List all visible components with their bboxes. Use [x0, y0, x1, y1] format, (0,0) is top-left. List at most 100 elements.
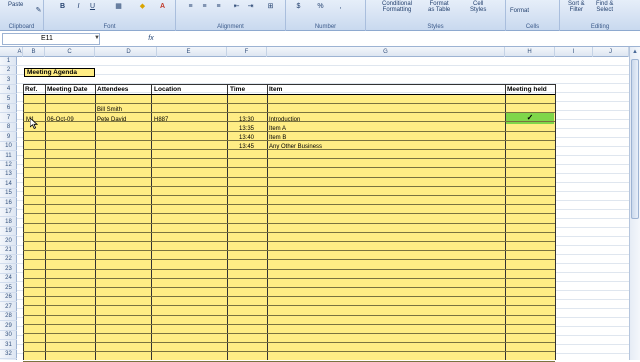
table-row-line — [23, 149, 555, 150]
cell-styles-button[interactable]: Cell Styles — [470, 1, 486, 13]
column-header-b[interactable]: B — [23, 47, 45, 57]
row-header[interactable]: 22 — [0, 255, 17, 265]
underline-button[interactable]: U — [88, 2, 97, 11]
increase-indent-icon[interactable]: ⇥ — [246, 2, 255, 11]
row-header[interactable]: 5 — [0, 95, 17, 104]
alignment-group: ≡ ≡ ≡ ⇤ ⇥ ⊞ Alignment — [176, 0, 286, 31]
row-header[interactable]: 23 — [0, 265, 17, 274]
row-header[interactable]: 28 — [0, 312, 17, 322]
column-header-i[interactable]: I — [555, 47, 593, 57]
merge-center-icon[interactable]: ⊞ — [266, 2, 275, 11]
sort-filter-button[interactable]: Sort & Filter — [568, 1, 585, 13]
row-header[interactable]: 31 — [0, 341, 17, 350]
sheet-title[interactable]: Meeting Agenda — [24, 68, 95, 77]
worksheet: ABCDEFGHIJ 1 2 3 4 5 6 7 8 9 10 11 12 13 14 15 16 17 18 19… — [0, 47, 640, 362]
column-header-h[interactable]: H — [505, 47, 555, 57]
header-meeting-held[interactable]: Meeting held — [507, 86, 547, 94]
header-location[interactable]: Location — [154, 86, 181, 94]
cell-item[interactable]: Item B — [269, 134, 286, 142]
row-header[interactable]: 15 — [0, 189, 17, 199]
scroll-up-icon[interactable]: ▲ — [631, 48, 639, 57]
column-header-g[interactable]: G — [267, 47, 505, 57]
alignment-group-label: Alignment — [217, 24, 244, 30]
ribbon: Paste ✎ Clipboard B I U ▦ ◆ A Font ≡ ≡ ≡… — [0, 0, 640, 31]
row-header[interactable]: 16 — [0, 199, 17, 208]
header-ref[interactable]: Ref. — [25, 86, 37, 94]
header-item[interactable]: Item — [269, 86, 282, 94]
cell-item[interactable]: Item A — [269, 125, 286, 133]
borders-icon[interactable]: ▦ — [114, 2, 123, 11]
table-row-line — [23, 268, 555, 270]
align-center-icon[interactable]: ≡ — [200, 2, 209, 11]
row-header[interactable]: 8 — [0, 123, 17, 133]
header-meeting-date[interactable]: Meeting Date — [47, 86, 87, 94]
row-header[interactable]: 9 — [0, 133, 17, 142]
comma-style-icon[interactable]: , — [336, 2, 345, 11]
cell-location[interactable]: H887 — [154, 116, 168, 124]
column-header-d[interactable]: D — [101, 47, 157, 57]
find-select-button[interactable]: Find & Select — [596, 1, 613, 13]
row-header[interactable]: 10 — [0, 142, 17, 152]
format-painter-icon[interactable]: ✎ — [34, 6, 43, 15]
paste-button[interactable]: Paste — [8, 2, 23, 8]
header-time[interactable]: Time — [230, 86, 245, 94]
row-header[interactable]: 13 — [0, 170, 17, 180]
name-box-dropdown-icon[interactable]: ▼ — [94, 35, 100, 41]
table-row-line — [23, 342, 555, 344]
cell-grid[interactable]: Meeting Agenda Ref. Meeting Date Attende… — [17, 57, 629, 362]
cell-item[interactable]: Introduction — [269, 116, 300, 124]
format-button[interactable]: Format — [510, 8, 529, 14]
scroll-thumb[interactable] — [631, 59, 639, 219]
format-as-table-button[interactable]: Format as Table — [428, 1, 450, 13]
name-box[interactable]: E11 — [2, 33, 100, 45]
table-row-line — [23, 231, 555, 233]
row-header[interactable]: 1 — [0, 57, 17, 66]
cell-meeting-date[interactable]: 06-Oct-09 — [47, 116, 74, 124]
column-header-f[interactable]: F — [227, 47, 267, 57]
header-attendees[interactable]: Attendees — [97, 86, 128, 94]
align-left-icon[interactable]: ≡ — [186, 2, 195, 11]
row-header[interactable]: 2 — [0, 66, 17, 76]
row-header[interactable]: 12 — [0, 161, 17, 170]
insert-function-button[interactable]: fx — [144, 33, 158, 44]
italic-button[interactable]: I — [74, 2, 83, 11]
column-header-e[interactable]: E — [151, 47, 227, 57]
row-header[interactable]: 3 — [0, 76, 17, 85]
fill-color-icon[interactable]: ◆ — [138, 2, 147, 11]
cell-time[interactable]: 13:40 — [239, 134, 254, 142]
row-header[interactable]: 17 — [0, 208, 17, 218]
table-border — [555, 84, 556, 360]
vertical-scrollbar[interactable]: ▲ — [629, 47, 640, 360]
bold-button[interactable]: B — [58, 2, 67, 11]
cell-time[interactable]: 13:30 — [239, 116, 254, 124]
row-header[interactable]: 4 — [0, 85, 17, 95]
row-header[interactable]: 26 — [0, 293, 17, 303]
row-header[interactable]: 6 — [0, 104, 17, 114]
table-row-line — [23, 323, 555, 325]
row-header[interactable]: 30 — [0, 331, 17, 341]
row-header[interactable]: 24 — [0, 274, 17, 284]
row-header[interactable]: 32 — [0, 350, 17, 359]
row-header[interactable]: 19 — [0, 227, 17, 237]
column-header-j[interactable]: J — [593, 47, 629, 57]
percent-button[interactable]: % — [316, 2, 325, 11]
row-header[interactable]: 21 — [0, 246, 17, 255]
cells-group: Format Cells — [506, 0, 560, 31]
decrease-indent-icon[interactable]: ⇤ — [232, 2, 241, 11]
conditional-formatting-button[interactable]: Conditional Formatting — [382, 1, 412, 13]
row-header[interactable]: 11 — [0, 152, 17, 161]
row-header[interactable]: 7 — [0, 114, 17, 123]
table-border — [23, 84, 556, 85]
row-header[interactable]: 29 — [0, 322, 17, 331]
align-right-icon[interactable]: ≡ — [214, 2, 223, 11]
font-color-icon[interactable]: A — [158, 2, 167, 11]
row-header[interactable]: 25 — [0, 284, 17, 293]
column-header-c[interactable]: C — [45, 47, 95, 57]
cell-time[interactable]: 13:35 — [239, 125, 254, 133]
row-header[interactable]: 27 — [0, 303, 17, 312]
row-header[interactable]: 14 — [0, 180, 17, 189]
currency-button[interactable]: $ — [294, 2, 303, 11]
row-header[interactable]: 20 — [0, 237, 17, 246]
row-header[interactable]: 18 — [0, 218, 17, 227]
cell-attendee[interactable]: Pete David — [97, 116, 126, 124]
